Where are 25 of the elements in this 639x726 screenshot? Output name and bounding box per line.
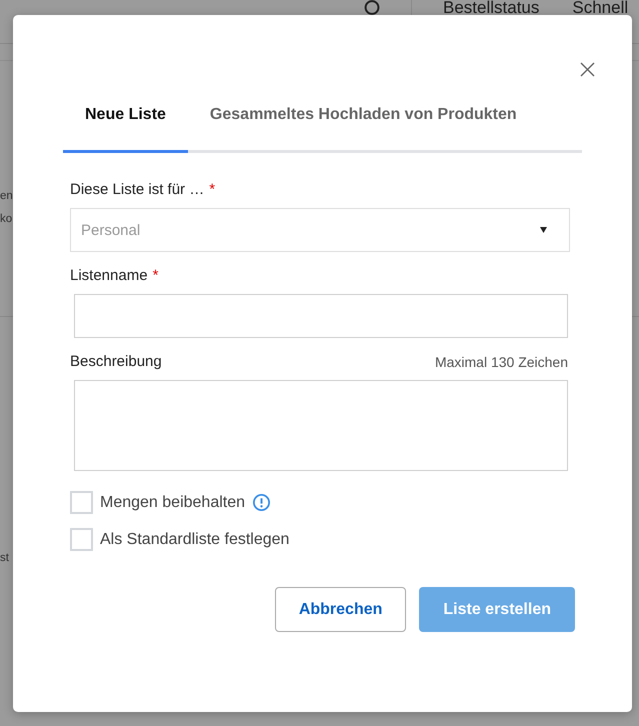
exclamation-circle-icon[interactable] — [253, 494, 270, 511]
required-asterisk: * — [209, 180, 216, 200]
text-input[interactable] — [74, 294, 568, 338]
background-text: st — [0, 551, 9, 566]
checkbox-label: Mengen beibehalten — [100, 492, 246, 512]
required-asterisk: * — [152, 266, 158, 286]
nav-link[interactable]: Bestellstatus — [443, 0, 540, 15]
field-label: Listenname — [70, 266, 148, 286]
character-limit-hint: Maximal 130 Zeichen — [434, 353, 568, 372]
checkbox[interactable] — [70, 528, 93, 551]
caret-icon — [540, 227, 547, 233]
search-icon[interactable] — [364, 0, 380, 15]
close-icon — [580, 62, 595, 77]
background-text: en — [0, 189, 13, 204]
nav-link[interactable]: Schnell — [572, 0, 628, 15]
field-label: Diese Liste ist für … — [70, 180, 204, 200]
tab[interactable]: Neue Liste — [63, 95, 188, 153]
textarea-field[interactable] — [74, 380, 568, 471]
field-label: Beschreibung — [70, 352, 162, 372]
close-button[interactable] — [578, 60, 597, 79]
tab[interactable]: Gesammeltes Hochladen von Produkten — [188, 95, 539, 153]
action-button[interactable]: Abbrechen — [274, 587, 406, 632]
checkbox-label: Als Standardliste festlegen — [100, 530, 290, 550]
checkbox[interactable] — [70, 491, 93, 514]
background-text: ko — [0, 212, 12, 227]
